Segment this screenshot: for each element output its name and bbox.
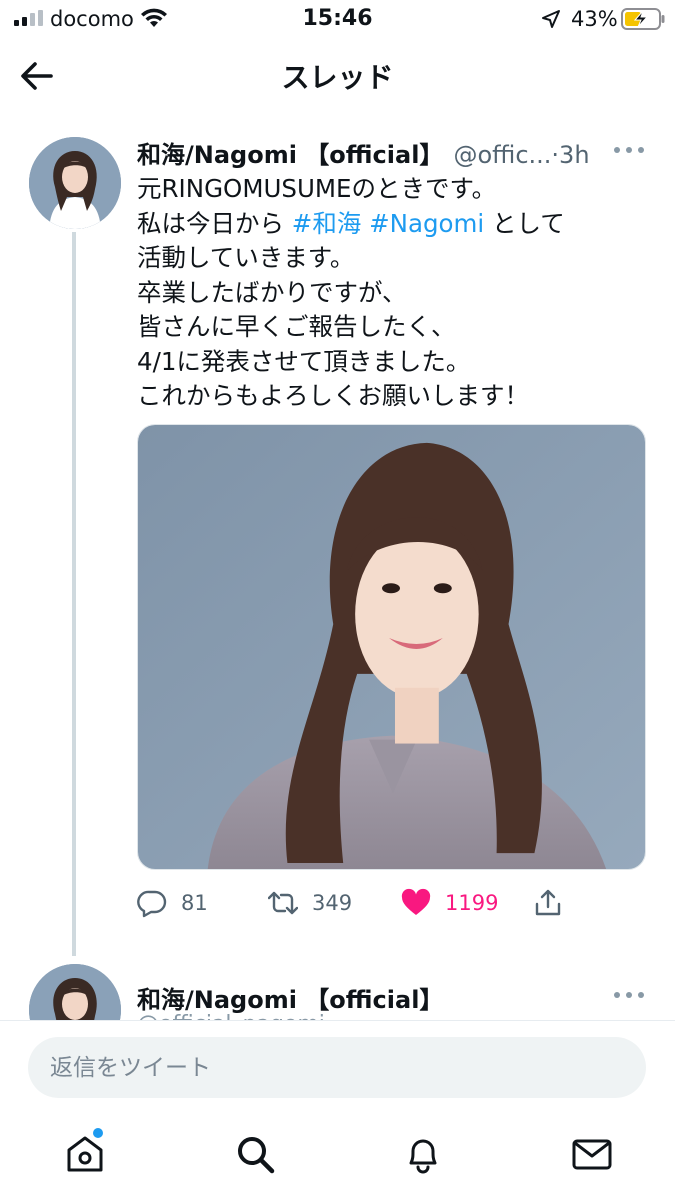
tab-notifications[interactable] [401,1132,445,1176]
tweet-text-line: 元RINGOMUSUMEのときです。 [137,172,657,207]
heart-icon [401,888,431,915]
profile-photo [29,137,121,229]
tweet-photo[interactable] [137,424,646,870]
tweet-text-segment: 活動していきます。 [137,243,355,272]
tweet-text-segment: 4/1に発表させて頂きました。 [137,346,471,376]
reply-action[interactable]: 81 [137,884,208,922]
thread-connector-line [72,232,76,956]
reply-icon [137,890,167,918]
home-icon [67,1136,103,1172]
tweet-text-line: 皆さんに早くご報告したく、 [137,310,657,345]
tweet-text-segment: 私は今日から [137,208,292,238]
user-handle[interactable]: @offic... [453,141,551,169]
arrow-left-icon[interactable] [18,58,56,94]
search-icon [238,1137,275,1174]
timestamp-separator: · [551,141,560,169]
reply-count: 81 [181,891,208,915]
tab-search[interactable] [233,1132,277,1176]
battery-charging-icon [621,8,665,30]
unread-dot [93,1128,103,1138]
tweet-text-line: 4/1に発表させて頂きました。 [137,345,657,380]
profile-photo [29,964,121,1020]
clock-time: 15:46 [302,6,373,31]
tweet-text-line: これからもよろしくお願いします！ [137,379,657,414]
like-action[interactable]: 1199 [401,884,498,922]
tweet-text-segment: 元RINGOMUSUMEのときです。 [137,174,497,203]
tweet-timestamp[interactable]: 3h [559,141,589,169]
share-action[interactable] [533,884,563,922]
cellular-signal-icon [14,10,43,26]
carrier-name: docomo [50,7,134,31]
status-bar: docomo 15:46 43% [0,0,675,40]
more-options-icon[interactable] [612,990,646,1000]
bell-icon [409,1139,437,1174]
display-name[interactable]: 和海/Nagomi 【official】 [137,980,443,1015]
share-icon [535,889,561,916]
mail-icon [572,1139,612,1170]
display-name[interactable]: 和海/Nagomi 【official】 [137,141,443,169]
tweet-text-line: 私は今日から #和海 #Nagomi として [137,207,657,242]
tweet-header: 和海/Nagomi 【official】 @offic...·3h [137,135,590,169]
more-options-icon[interactable] [612,145,646,155]
battery-percentage: 43% [571,7,618,31]
tab-home[interactable] [63,1128,107,1176]
retweet-count: 349 [312,891,353,915]
wifi-icon [141,8,167,27]
location-arrow-icon [542,10,560,28]
next-tweet[interactable]: 和海/Nagomi 【official】 @official_nagomi [0,960,675,1020]
bottom-tab-bar [0,1112,675,1200]
tweet-text-line: 活動していきます。 [137,241,657,276]
hashtag-link[interactable]: #和海 [292,209,362,238]
page-title: スレッド [281,61,394,94]
tweet-text: 元RINGOMUSUMEのときです。 私は今日から #和海 #Nagomi として… [137,172,657,414]
avatar[interactable] [29,964,121,1020]
tweet-text-segment [361,209,369,238]
reply-composer [0,1020,675,1112]
user-handle[interactable]: @official_nagomi [137,1012,325,1020]
tweet-text-line: 卒業したばかりですが、 [137,276,657,311]
retweet-action[interactable]: 349 [268,884,352,922]
tweet-text-segment: これからもよろしくお願いします！ [137,381,529,410]
thread-header: スレッド [0,40,675,112]
tweet-text-segment: 皆さんに早くご報告したく、 [137,312,456,341]
tweet-actions: 81 349 1199 [137,884,646,922]
hashtag-link[interactable]: #Nagomi [369,209,484,238]
tweet-text-segment: 卒業したばかりですが、 [137,277,407,307]
portrait-image [138,425,645,869]
avatar[interactable] [29,137,121,229]
tweet-text-segment: として [484,208,565,238]
reply-input[interactable] [28,1037,646,1098]
retweet-icon [268,891,298,915]
tab-messages[interactable] [570,1132,614,1176]
like-count: 1199 [445,891,499,915]
